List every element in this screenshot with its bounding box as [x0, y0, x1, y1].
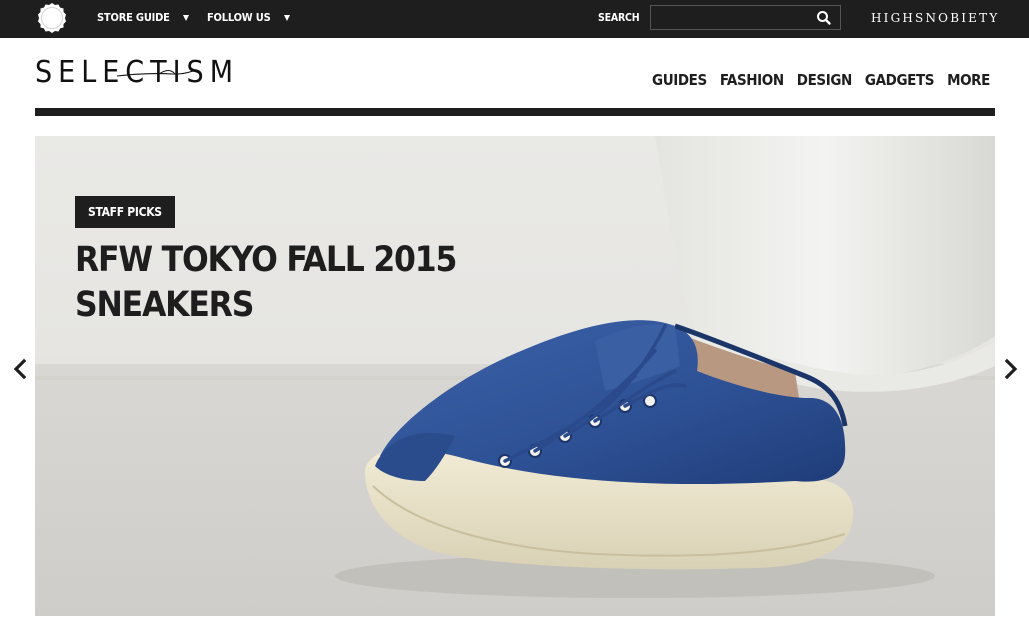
nav-more[interactable]: MORE — [947, 71, 990, 89]
hero-title[interactable]: RFW TOKYO FALL 2015 SNEAKERS — [75, 238, 475, 328]
nav-gadgets[interactable]: GADGETS — [865, 71, 935, 89]
top-bar: STORE GUIDE FOLLOW US SEARCH HIGHSNOBIET… — [0, 0, 1029, 38]
nav-fashion[interactable]: FASHION — [720, 71, 784, 89]
caret-down-icon — [182, 14, 189, 21]
chevron-left-icon[interactable] — [11, 358, 31, 380]
store-guide-label: STORE GUIDE — [97, 11, 170, 24]
highsnobiety-logo[interactable]: HIGHSNOBIETY — [871, 11, 999, 25]
hero-image — [35, 136, 995, 616]
chevron-right-icon[interactable] — [1000, 358, 1020, 380]
hero-slide[interactable]: STAFF PICKS RFW TOKYO FALL 2015 SNEAKERS — [35, 136, 995, 616]
search-icon[interactable] — [815, 9, 833, 27]
store-guide-menu[interactable]: STORE GUIDE — [97, 11, 189, 24]
category-tag[interactable]: STAFF PICKS — [75, 196, 175, 228]
search-input[interactable] — [650, 5, 841, 30]
search-label: SEARCH — [598, 12, 640, 24]
main-navigation: GUIDES FASHION DESIGN GADGETS MORE — [652, 71, 990, 89]
selectism-logo[interactable]: SELECTISM — [35, 58, 239, 88]
follow-us-label: FOLLOW US — [207, 11, 271, 24]
follow-us-menu[interactable]: FOLLOW US — [207, 11, 290, 24]
caret-down-icon — [283, 14, 290, 21]
nav-guides[interactable]: GUIDES — [652, 71, 707, 89]
header-divider — [35, 108, 995, 116]
selectism-seal-icon[interactable] — [36, 2, 68, 34]
nav-design[interactable]: DESIGN — [797, 71, 853, 89]
